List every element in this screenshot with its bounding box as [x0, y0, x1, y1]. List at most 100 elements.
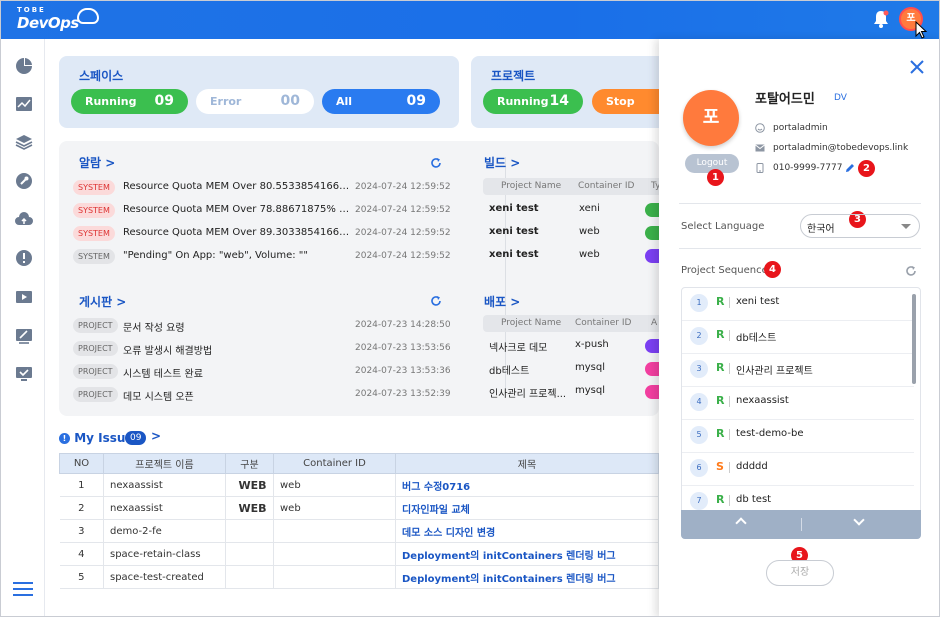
build-row[interactable]: xeni test web	[489, 224, 663, 242]
save-button[interactable]: 저장	[766, 560, 834, 586]
my-issue-title[interactable]: ! My Issue	[59, 431, 134, 445]
deploy-col-project: Project Name	[501, 318, 562, 328]
issue-no: 5	[59, 565, 104, 589]
issue-title-link[interactable]: 버그 수정0716	[395, 473, 659, 497]
space-running-pill[interactable]: Running 09	[71, 89, 188, 114]
board-time: 2024-07-23 13:53:36	[355, 366, 451, 376]
col-type: 구분	[225, 453, 274, 474]
board-row[interactable]: PROJECT 오류 발생시 해결방법 2024-07-23 13:53:56	[73, 340, 473, 358]
board-row[interactable]: PROJECT 문서 작성 요령 2024-07-23 14:28:50	[73, 317, 473, 335]
issue-title-link[interactable]: 데모 소스 디자인 변경	[395, 519, 659, 543]
callout-badge-2: 2	[858, 160, 875, 177]
build-row[interactable]: xeni test xeni	[489, 201, 663, 219]
sequence-separator	[729, 363, 730, 374]
language-label: Select Language	[681, 221, 765, 232]
issue-project: nexaassist	[103, 496, 226, 520]
hamburger-menu-icon[interactable]	[13, 581, 33, 597]
board-title-link[interactable]: 게시판 >	[79, 293, 126, 310]
deploy-row[interactable]: 인사관리 프로젝... mysql	[489, 383, 663, 401]
bell-icon[interactable]	[873, 10, 889, 28]
board-row[interactable]: PROJECT 데모 시스템 오픈 2024-07-23 13:52:39	[73, 386, 473, 404]
close-icon[interactable]	[909, 59, 925, 75]
sequence-separator	[729, 495, 730, 506]
alarm-row[interactable]: SYSTEM "Pending" On App: "web", Volume: "…	[73, 248, 473, 266]
issue-no: 4	[59, 542, 104, 566]
profile-avatar: 포	[683, 90, 739, 146]
alarm-title-link[interactable]: 알람 >	[79, 154, 115, 171]
deploy-row[interactable]: db테스트 mysql	[489, 360, 663, 378]
sequence-scrollbar[interactable]	[912, 294, 916, 384]
alarm-row[interactable]: SYSTEM Resource Quota MEM Over 80.5533854…	[73, 179, 473, 197]
alarm-row[interactable]: SYSTEM Resource Quota MEM Over 78.8867187…	[73, 202, 473, 220]
sequence-item[interactable]: 5 Rtest-demo-be	[682, 420, 914, 453]
wrench-icon[interactable]	[15, 172, 33, 190]
deploy-container: mysql	[575, 385, 605, 396]
sequence-type: R	[716, 295, 725, 308]
language-select[interactable]: 한국어	[800, 214, 920, 238]
alarm-refresh-icon[interactable]	[430, 157, 442, 169]
caret-down-icon	[901, 224, 911, 229]
sequence-refresh-icon[interactable]	[905, 265, 917, 277]
space-all-pill[interactable]: All 09	[322, 89, 440, 114]
alert-circle-icon[interactable]	[15, 249, 33, 267]
edit-pencil-icon[interactable]	[845, 163, 855, 173]
space-running-label: Running	[85, 95, 137, 108]
sequence-number: 1	[690, 294, 708, 312]
sequence-type: R	[716, 361, 725, 374]
sequence-item[interactable]: 1 Rxeni test	[682, 288, 914, 321]
monitor-check-icon[interactable]	[15, 365, 33, 383]
chevron-right-icon[interactable]: >	[151, 429, 161, 443]
line-chart-icon[interactable]	[15, 95, 33, 113]
deploy-container: x-push	[575, 339, 609, 350]
issue-container	[273, 565, 396, 589]
sequence-project-name: db test	[736, 494, 772, 505]
board-refresh-icon[interactable]	[430, 295, 442, 307]
board-time: 2024-07-23 13:52:39	[355, 389, 451, 399]
cloud-upload-icon[interactable]	[15, 211, 33, 229]
project-sequence-list: 1 Rxeni test 2 Rdb테스트 3 R 인사관리 프로젝트 4 Rnexaassis…	[681, 287, 921, 539]
pie-chart-icon[interactable]	[15, 57, 33, 75]
dashboard-main: 스페이스 Running 09 Error 00 All 09 프로젝트 Run…	[45, 39, 682, 616]
project-running-pill[interactable]: Running 14	[483, 89, 583, 114]
sequence-item[interactable]: 6 Sddddd	[682, 453, 914, 486]
move-up-icon[interactable]	[735, 517, 747, 529]
table-row[interactable]: 4 space-retain-class Deployment의 initConta…	[59, 542, 659, 566]
table-row[interactable]: 5 space-test-created Deployment의 initConta…	[59, 565, 659, 589]
alarm-time: 2024-07-24 12:59:52	[355, 182, 451, 192]
sequence-item[interactable]: 2 Rdb테스트	[682, 321, 914, 354]
sequence-item[interactable]: 3 R 인사관리 프로젝트	[682, 354, 914, 387]
table-row[interactable]: 2 nexaassist WEB web 디자인파일 교체	[59, 496, 659, 520]
sequence-type: S	[716, 460, 724, 473]
table-row[interactable]: 1 nexaassist WEB web 버그 수정0716	[59, 473, 659, 497]
board-text: 문서 작성 요령	[123, 323, 185, 334]
move-down-icon[interactable]	[853, 514, 865, 526]
sequence-project-name: test-demo-be	[736, 428, 804, 439]
issue-container	[273, 542, 396, 566]
video-play-icon[interactable]	[15, 288, 33, 306]
board-row[interactable]: PROJECT 시스템 테스트 완료 2024-07-23 13:53:36	[73, 363, 473, 381]
space-error-pill[interactable]: Error 00	[196, 89, 314, 114]
space-error-count: 00	[280, 93, 300, 109]
col-title: 제목	[395, 453, 659, 474]
sequence-project-name: ddddd	[736, 461, 768, 472]
build-row[interactable]: xeni test web	[489, 247, 663, 265]
build-project: xeni test	[489, 226, 539, 237]
sequence-type: R	[716, 427, 725, 440]
deploy-title-link[interactable]: 배포 >	[484, 293, 520, 310]
build-title-link[interactable]: 빌드 >	[484, 154, 520, 171]
deploy-col-type: A	[651, 318, 658, 328]
issue-title-link[interactable]: Deployment의 initContainers 렌더링 버그	[395, 565, 659, 589]
layers-icon[interactable]	[15, 133, 33, 151]
board-tag: PROJECT	[73, 341, 118, 356]
board-text: 시스템 테스트 완료	[123, 369, 203, 380]
table-row[interactable]: 3 demo-2-fe 데모 소스 디자인 변경	[59, 519, 659, 543]
deploy-row[interactable]: 넥사크로 데모 x-push	[489, 337, 663, 355]
tobe-devops-logo[interactable]: TOBE DevOps	[17, 6, 99, 32]
sequence-item[interactable]: 4 Rnexaassist	[682, 387, 914, 420]
issue-title-link[interactable]: Deployment의 initContainers 렌더링 버그	[395, 542, 659, 566]
issue-title-link[interactable]: 디자인파일 교체	[395, 496, 659, 520]
alarm-row[interactable]: SYSTEM Resource Quota MEM Over 89.3033854…	[73, 225, 473, 243]
issue-no: 1	[59, 473, 104, 497]
profile-panel: 포 Logout 1 포탈어드민 DV portaladmin portalad…	[659, 39, 939, 616]
edit-board-icon[interactable]	[15, 327, 33, 345]
